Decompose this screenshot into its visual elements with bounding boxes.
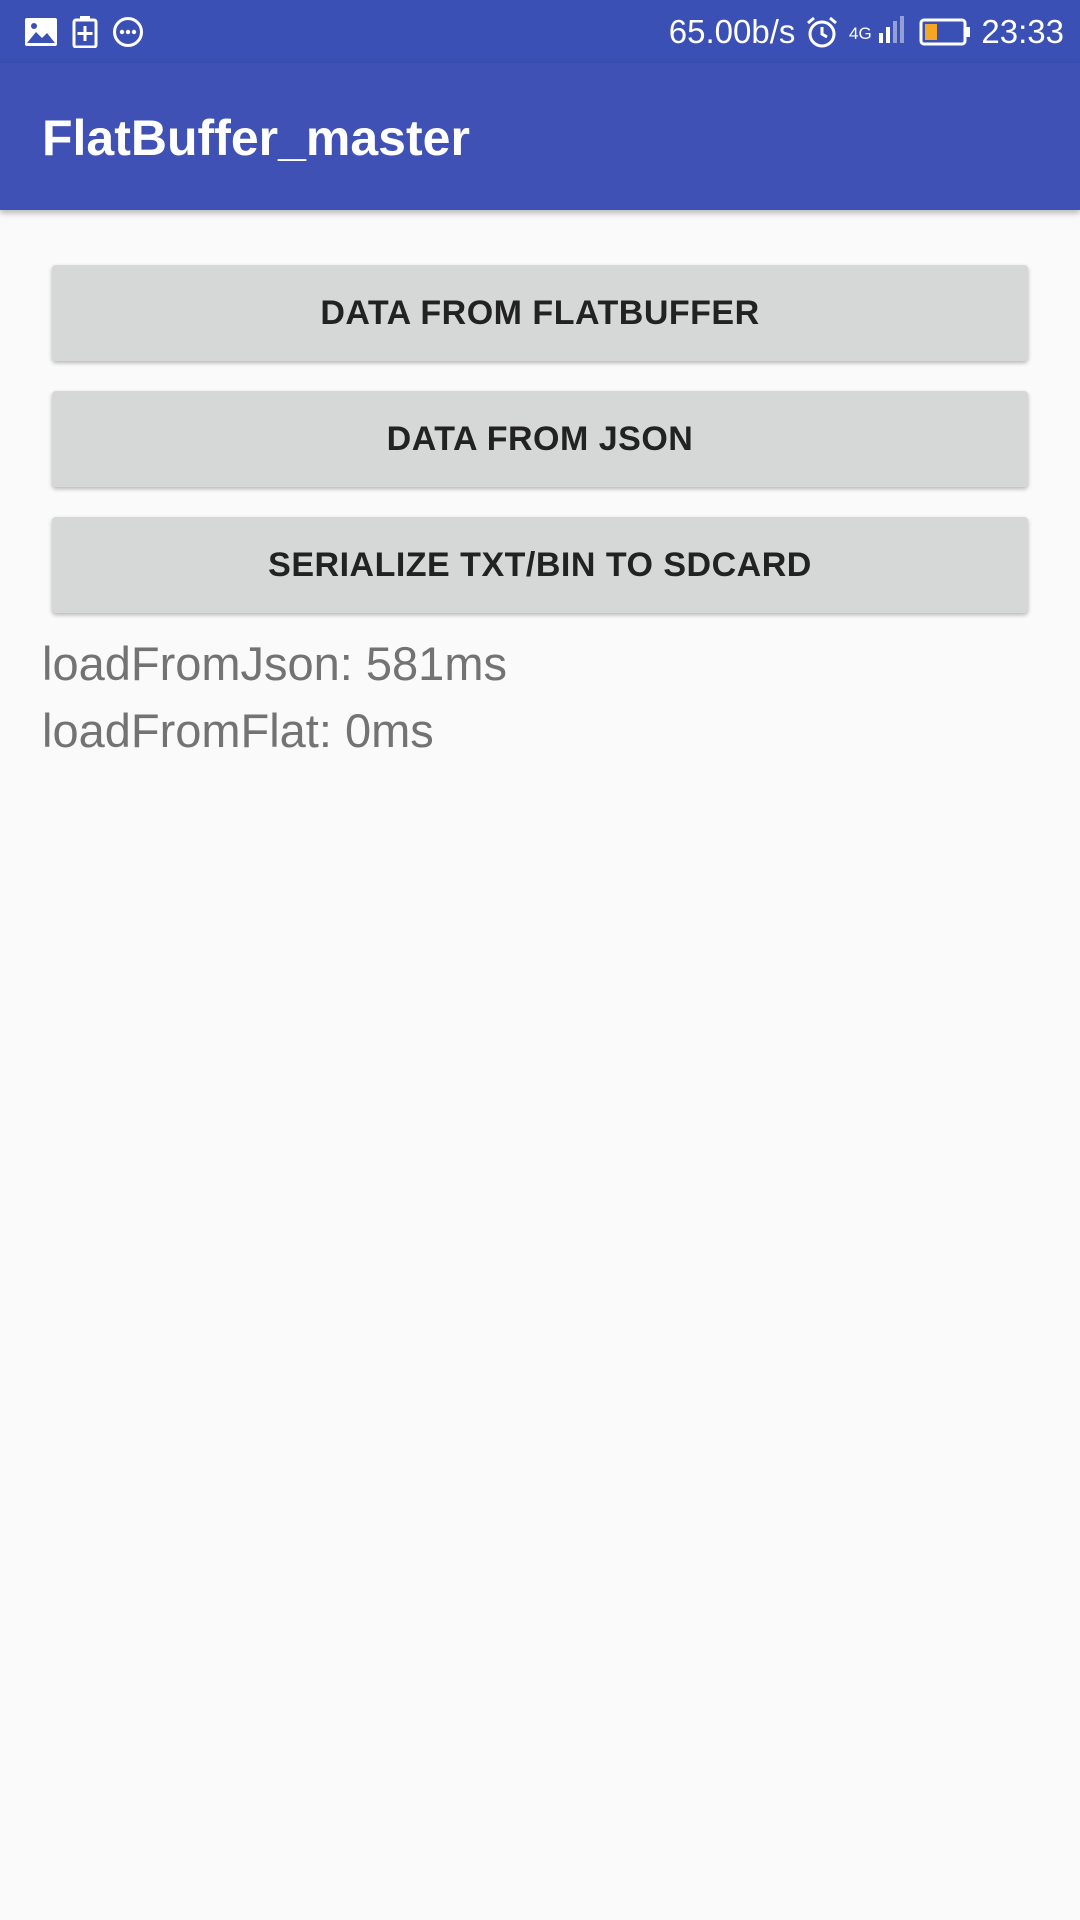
notification-icons [24, 14, 144, 50]
data-from-flatbuffer-button[interactable]: DATA FROM FLATBUFFER [52, 265, 1028, 361]
network-speed: 65.00b/s [668, 13, 796, 50]
more-horiz-icon [112, 16, 144, 48]
load-from-flat-result: loadFromFlat: 0ms [42, 704, 434, 757]
app-title: FlatBuffer_master [42, 110, 470, 166]
serialize-to-sdcard-button[interactable]: SERIALIZE TXT/BIN TO SDCARD [52, 517, 1028, 613]
data-from-json-button[interactable]: DATA FROM JSON [52, 391, 1028, 487]
battery-saver-icon [72, 16, 98, 48]
status-indicators: 65.00b/s 4G 23:33 [669, 8, 1064, 56]
network-type-label: 4G [849, 24, 872, 43]
load-from-json-result: loadFromJson: 581ms [42, 637, 507, 690]
battery-icon [919, 17, 971, 47]
signal-icon: 4G [849, 15, 909, 49]
status-bar: 65.00b/s 4G 23:33 [0, 0, 1080, 63]
clock: 23:33 [981, 13, 1064, 50]
alarm-icon [805, 15, 839, 49]
app-bar: FlatBuffer_master [0, 63, 1080, 210]
battery-level [925, 24, 938, 40]
image-icon [24, 17, 58, 47]
